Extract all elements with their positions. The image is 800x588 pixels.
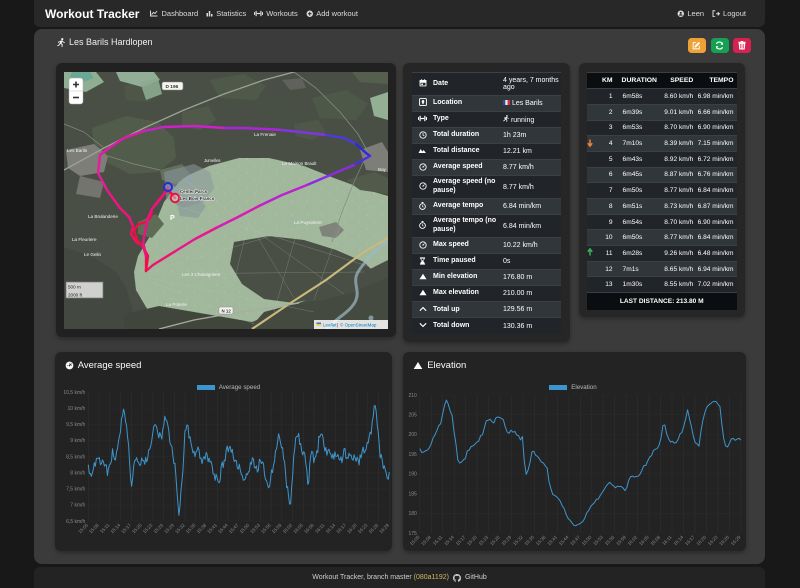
svg-text:© OpenStreetMap: © OpenStreetMap (340, 322, 377, 328)
svg-text:La Fleuriere: La Fleuriere (72, 237, 97, 242)
svg-text:D 196: D 196 (166, 84, 179, 90)
svg-text:15:59: 15:59 (615, 534, 627, 546)
svg-text:15:26: 15:26 (152, 522, 164, 534)
svg-text:16:02: 16:02 (281, 522, 293, 534)
svg-text:16:17: 16:17 (684, 534, 696, 546)
svg-text:15:47: 15:47 (570, 534, 582, 546)
svg-text:16:02: 16:02 (627, 534, 639, 546)
svg-text:7,5 km/h: 7,5 km/h (66, 487, 85, 493)
svg-text:10,5 km/h: 10,5 km/h (63, 390, 85, 396)
svg-text:15:26: 15:26 (489, 534, 501, 546)
svg-text:15:44: 15:44 (558, 534, 570, 546)
svg-text:16:23: 16:23 (357, 522, 369, 534)
svg-text:|: | (337, 323, 338, 328)
svg-text:210: 210 (409, 393, 418, 399)
svg-text:16:14: 16:14 (324, 522, 336, 534)
svg-text:15:11: 15:11 (99, 522, 111, 534)
svg-text:Les Bois-Francs: Les Bois-Francs (180, 196, 215, 201)
svg-text:La Brulanderie: La Brulanderie (88, 214, 118, 219)
svg-text:16:14: 16:14 (673, 534, 685, 546)
svg-text:15:20: 15:20 (466, 534, 478, 546)
svg-text:16:20: 16:20 (696, 534, 708, 546)
svg-text:Leaflet: Leaflet (323, 323, 337, 328)
svg-text:15:23: 15:23 (478, 534, 490, 546)
svg-text:15:29: 15:29 (501, 534, 513, 546)
svg-text:15:32: 15:32 (512, 534, 524, 546)
svg-text:Les 3 Chataigniers: Les 3 Chataigniers (182, 272, 221, 277)
svg-text:8 km/h: 8 km/h (70, 470, 85, 476)
svg-text:15:20: 15:20 (131, 522, 143, 534)
svg-text:15:17: 15:17 (455, 534, 467, 546)
svg-text:15:11: 15:11 (432, 534, 444, 546)
svg-text:Le Maison Brault: Le Maison Brault (282, 161, 317, 166)
svg-text:15:17: 15:17 (120, 522, 132, 534)
svg-text:15:14: 15:14 (443, 534, 455, 546)
svg-text:16:05: 16:05 (292, 522, 304, 534)
svg-text:180: 180 (409, 511, 418, 517)
svg-text:Le Gelin: Le Gelin (84, 252, 102, 257)
svg-text:15:08: 15:08 (88, 522, 100, 534)
svg-text:15:38: 15:38 (535, 534, 547, 546)
svg-text:15:29: 15:29 (163, 522, 175, 534)
svg-text:200: 200 (409, 432, 418, 438)
svg-text:8,5 km/h: 8,5 km/h (66, 454, 85, 460)
svg-text:15:53: 15:53 (249, 522, 261, 534)
svg-text:16:05: 16:05 (638, 534, 650, 546)
svg-text:6,5 km/h: 6,5 km/h (66, 519, 85, 525)
svg-text:185: 185 (409, 491, 418, 497)
svg-text:10 km/h: 10 km/h (67, 406, 85, 412)
svg-text:15:38: 15:38 (195, 522, 207, 534)
svg-text:16:11: 16:11 (661, 534, 673, 546)
svg-text:La Frenaie: La Frenaie (254, 132, 276, 137)
svg-text:15:23: 15:23 (142, 522, 154, 534)
svg-text:Center Parcs: Center Parcs (180, 189, 208, 194)
svg-text:16:11: 16:11 (314, 522, 326, 534)
svg-text:16:23: 16:23 (707, 534, 719, 546)
svg-text:15:59: 15:59 (271, 522, 283, 534)
svg-text:16:29: 16:29 (730, 534, 742, 546)
svg-text:La Poterie: La Poterie (166, 302, 187, 307)
svg-text:16:08: 16:08 (650, 534, 662, 546)
svg-text:16:26: 16:26 (367, 522, 379, 534)
svg-text:16:08: 16:08 (303, 522, 315, 534)
svg-text:15:32: 15:32 (174, 522, 186, 534)
svg-text:9 km/h: 9 km/h (70, 438, 85, 444)
svg-text:15:50: 15:50 (581, 534, 593, 546)
svg-text:16:17: 16:17 (335, 522, 347, 534)
svg-text:15:44: 15:44 (217, 522, 229, 534)
svg-text:205: 205 (409, 413, 418, 419)
svg-text:15:56: 15:56 (260, 522, 272, 534)
svg-text:15:41: 15:41 (206, 522, 218, 534)
svg-text:190: 190 (409, 472, 418, 478)
svg-text:16:20: 16:20 (346, 522, 358, 534)
svg-text:15:50: 15:50 (238, 522, 250, 534)
svg-text:Les Barils: Les Barils (67, 148, 88, 153)
svg-text:La Puysiniere: La Puysiniere (294, 220, 322, 225)
svg-text:7 km/h: 7 km/h (70, 503, 85, 509)
svg-text:15:35: 15:35 (185, 522, 197, 534)
svg-text:15:53: 15:53 (592, 534, 604, 546)
svg-text:15:41: 15:41 (547, 534, 559, 546)
svg-text:195: 195 (409, 452, 418, 458)
svg-text:9,5 km/h: 9,5 km/h (66, 422, 85, 428)
svg-text:Bay: Bay (378, 167, 387, 172)
svg-text:16:26: 16:26 (719, 534, 731, 546)
svg-text:15:14: 15:14 (109, 522, 121, 534)
svg-text:2000 ft: 2000 ft (68, 293, 83, 298)
svg-text:15:35: 15:35 (524, 534, 536, 546)
svg-text:15:08: 15:08 (421, 534, 433, 546)
svg-text:P: P (170, 215, 175, 222)
svg-text:500 m: 500 m (68, 285, 81, 290)
svg-text:16:29: 16:29 (378, 522, 390, 534)
svg-text:Jumelles: Jumelles (204, 158, 221, 163)
svg-text:15:47: 15:47 (228, 522, 240, 534)
svg-text:N 12: N 12 (222, 309, 232, 314)
svg-text:15:56: 15:56 (604, 534, 616, 546)
